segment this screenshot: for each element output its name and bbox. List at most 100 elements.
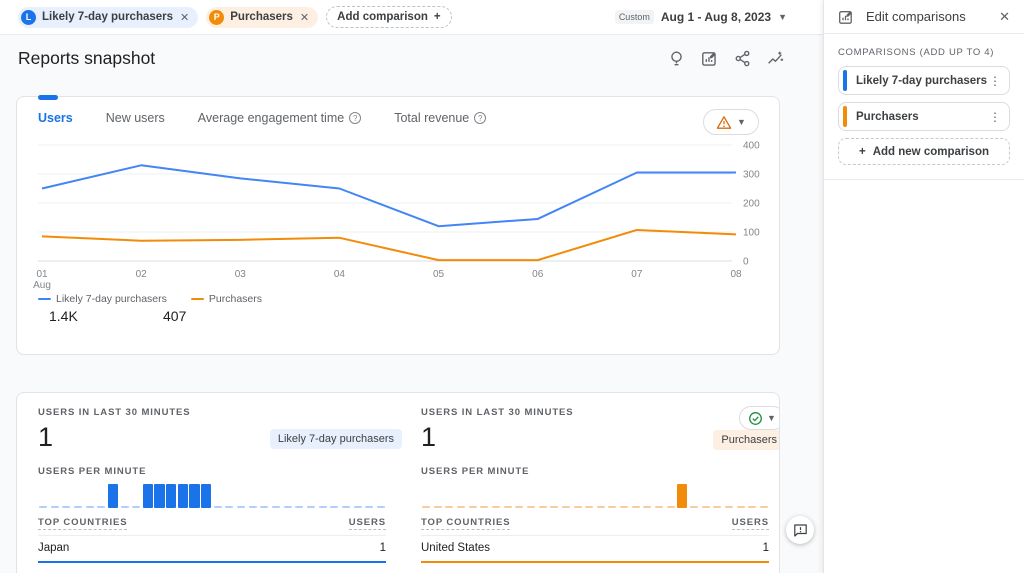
countries-table-header: TOP COUNTRIES USERS (38, 517, 386, 536)
minute-bar (108, 484, 118, 508)
minute-dash (342, 506, 350, 509)
more-options-icon[interactable]: ⋮ (989, 111, 1001, 123)
legend-swatch (191, 298, 204, 300)
minute-dash (527, 506, 535, 509)
svg-text:03: 03 (235, 269, 247, 280)
minute-dash (284, 506, 292, 509)
comparisons-section-label: COMPARISONS (ADD UP TO 4) (838, 47, 1010, 58)
minute-dash (632, 506, 640, 509)
minute-dash (574, 506, 582, 509)
minute-dash (86, 506, 94, 509)
users-per-minute-chart (38, 482, 386, 508)
feedback-icon (793, 523, 808, 538)
table-row: United States 1 (421, 536, 769, 563)
tab-label: Total revenue (394, 111, 469, 125)
minute-dash (550, 506, 558, 509)
help-icon[interactable]: ? (349, 112, 361, 124)
comparison-item-purchasers[interactable]: Purchasers ⋮ (838, 102, 1010, 131)
share-icon[interactable] (730, 46, 754, 70)
svg-text:06: 06 (532, 269, 544, 280)
close-icon[interactable]: ✕ (299, 11, 310, 24)
insights-lightbulb-icon[interactable] (664, 46, 688, 70)
panel-header: Edit comparisons ✕ (824, 0, 1024, 34)
more-options-icon[interactable]: ⋮ (989, 75, 1001, 87)
minute-dash (132, 506, 140, 509)
page-title: Reports snapshot (18, 48, 155, 69)
minute-dash (62, 506, 70, 509)
close-icon[interactable]: ✕ (179, 11, 190, 24)
minute-dash (237, 506, 245, 509)
users-header: USERS (732, 517, 769, 530)
minute-bar (166, 484, 176, 508)
date-range-label: Aug 1 - Aug 8, 2023 (661, 10, 771, 24)
minute-bar (178, 484, 188, 508)
minute-dash (51, 506, 59, 509)
svg-text:Aug: Aug (33, 280, 51, 291)
feedback-button[interactable] (786, 516, 814, 544)
svg-text:04: 04 (334, 269, 346, 280)
minute-dash (585, 506, 593, 509)
minute-dash (74, 506, 82, 509)
minute-dash (330, 506, 338, 509)
comparison-avatar: P (209, 10, 224, 25)
comparison-chip-purchasers[interactable]: P Purchasers ✕ (206, 7, 318, 28)
minute-dash (492, 506, 500, 509)
insights-trend-icon[interactable] (763, 46, 787, 70)
comparison-color-bar (843, 70, 847, 91)
legend-swatch (38, 298, 51, 300)
comparison-chip-likely-7-day-purchasers[interactable]: L Likely 7-day purchasers ✕ (18, 7, 198, 28)
plus-icon: + (859, 146, 866, 158)
edit-comparisons-panel: Edit comparisons ✕ COMPARISONS (ADD UP T… (823, 0, 1024, 573)
comparison-badge: Likely 7-day purchasers (270, 429, 402, 449)
legend-label: Purchasers (209, 293, 262, 305)
minute-dash (214, 506, 222, 509)
country-name: United States (421, 542, 490, 554)
minute-dash (539, 506, 547, 509)
add-new-comparison-button[interactable]: + Add new comparison (838, 138, 1010, 165)
minute-dash (295, 506, 303, 509)
minute-dash (121, 506, 129, 509)
minute-dash (702, 506, 710, 509)
metric-label: USERS IN LAST 30 MINUTES (38, 407, 402, 418)
minute-dash (504, 506, 512, 509)
series-total: 407 (163, 308, 186, 324)
tab-users[interactable]: Users (38, 111, 73, 125)
users-overview-card: Users New users Average engagement time … (16, 96, 780, 355)
date-range-type-badge: Custom (615, 10, 654, 24)
chevron-down-icon: ▼ (778, 12, 787, 22)
users-header: USERS (349, 517, 386, 530)
tab-label: New users (106, 111, 165, 125)
add-comparison-button[interactable]: Add comparison + (326, 6, 451, 28)
tab-average-engagement-time[interactable]: Average engagement time ? (198, 111, 361, 125)
minute-dash (515, 506, 523, 509)
minute-bar (189, 484, 199, 508)
minute-dash (480, 506, 488, 509)
comparison-chip-label: Likely 7-day purchasers (42, 11, 173, 23)
customize-report-icon[interactable] (697, 46, 721, 70)
panel-divider (824, 179, 1024, 180)
minute-bar (154, 484, 164, 508)
comparison-item-label: Likely 7-day purchasers (856, 75, 987, 87)
tab-total-revenue[interactable]: Total revenue ? (394, 111, 486, 125)
svg-text:02: 02 (136, 269, 148, 280)
minute-dash (260, 506, 268, 509)
minute-dash (643, 506, 651, 509)
help-icon[interactable]: ? (474, 112, 486, 124)
metric-label: USERS IN LAST 30 MINUTES (421, 407, 780, 418)
minute-bar (677, 484, 687, 508)
tab-new-users[interactable]: New users (106, 111, 165, 125)
comparison-badge: Purchasers (713, 430, 780, 450)
comparison-item-likely-7-day-purchasers[interactable]: Likely 7-day purchasers ⋮ (838, 66, 1010, 95)
country-name: Japan (38, 542, 69, 554)
svg-text:100: 100 (743, 228, 760, 239)
close-icon[interactable]: ✕ (999, 9, 1010, 25)
minute-dash (307, 506, 315, 509)
date-range-selector[interactable]: Custom Aug 1 - Aug 8, 2023 ▼ (615, 10, 787, 24)
tab-label: Average engagement time (198, 111, 344, 125)
svg-text:08: 08 (730, 269, 742, 280)
users-per-minute-label: USERS PER MINUTE (38, 466, 402, 477)
minute-dash (39, 506, 47, 509)
data-quality-warning-button[interactable]: ▼ (703, 109, 759, 135)
tab-label: Users (38, 111, 73, 125)
status-ok-dropdown[interactable]: ▼ (739, 406, 780, 430)
